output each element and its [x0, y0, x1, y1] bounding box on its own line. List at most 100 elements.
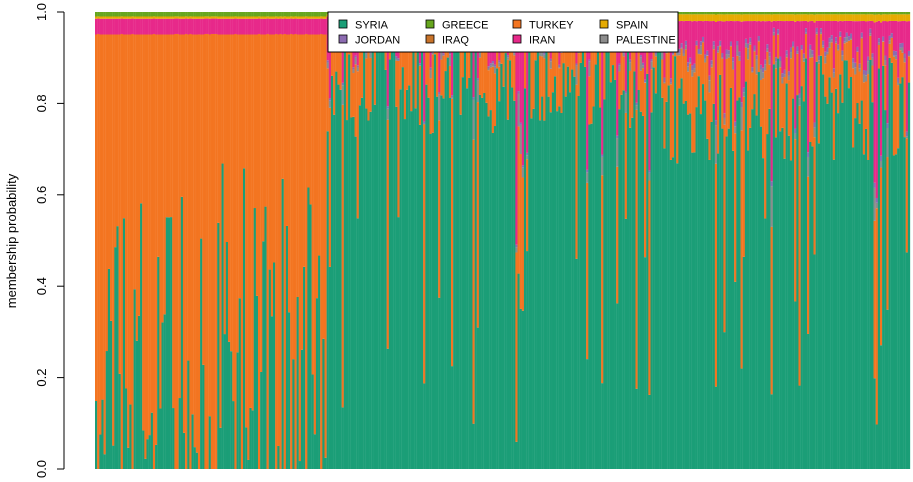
bar-segment-greece — [320, 12, 323, 17]
bar-segment-iran — [894, 20, 898, 52]
bar-segment-turkey — [832, 77, 836, 160]
bar-segment-syria — [894, 154, 898, 469]
legend-swatch-syria — [338, 19, 348, 29]
bar-segment-syria — [142, 430, 145, 469]
bar-segment-spain — [251, 16, 254, 19]
bar-segment-turkey — [678, 55, 681, 89]
bar-segment-turkey — [212, 33, 216, 469]
bar-segment-syria — [114, 247, 117, 469]
bar-segment-jordan — [757, 36, 761, 41]
bar-segment-iran — [689, 20, 692, 58]
bar-segment-syria — [624, 218, 628, 469]
bar-segment-syria — [903, 137, 906, 469]
bar-segment-jordan — [519, 122, 522, 125]
bar-segment-turkey — [283, 33, 287, 469]
bar-segment-spain — [811, 14, 814, 21]
bar-segment-spain — [804, 14, 808, 21]
bar-segment-greece — [204, 12, 207, 17]
bar-segment-turkey — [95, 34, 98, 402]
bar-segment-palestine — [877, 42, 881, 45]
bar-segment-turkey — [292, 34, 295, 360]
bar-segment-greece — [826, 12, 829, 15]
bar-segment-jordan — [837, 44, 840, 50]
bar-segment-syria — [794, 301, 797, 469]
bar-segment-iran — [811, 20, 814, 51]
bar-segment-greece — [768, 12, 771, 15]
bar-segment-turkey — [824, 63, 827, 97]
bar-segment-palestine — [777, 33, 780, 35]
bar-segment-syria — [674, 56, 677, 469]
bar-segment-syria — [547, 96, 550, 469]
bar-segment-syria — [751, 109, 754, 470]
bar-segment-turkey — [330, 49, 334, 76]
bar-segment-turkey — [309, 34, 312, 205]
bar-segment-syria — [444, 71, 447, 469]
bar-segment-spain — [734, 14, 737, 22]
bar-segment-syria — [738, 97, 741, 470]
bar-segment-syria — [112, 445, 115, 469]
bar-segment-turkey — [588, 76, 591, 125]
bar-segment-syria — [339, 89, 342, 469]
bar-segment-spain — [185, 16, 188, 19]
bar-segment-iran — [852, 21, 855, 59]
bar-segment-greece — [135, 12, 139, 17]
bar-segment-greece — [294, 12, 297, 17]
bar-segment-greece — [178, 12, 181, 17]
bar-segment-turkey — [847, 40, 851, 89]
bar-segment-turkey — [303, 34, 306, 267]
bar-segment-syria — [375, 42, 379, 470]
bar-segment-iran — [223, 18, 226, 35]
bar-segment-jordan — [493, 64, 497, 67]
bar-segment-iran — [691, 21, 694, 66]
bar-segment-jordan — [491, 61, 495, 64]
bar-segment-palestine — [493, 66, 497, 74]
bar-segment-spain — [725, 14, 728, 22]
bar-segment-iran — [682, 21, 685, 49]
bar-segment-greece — [292, 12, 295, 17]
bar-segment-jordan — [472, 97, 475, 100]
bar-segment-syria — [466, 88, 469, 469]
bar-segment-iran — [875, 21, 878, 198]
bar-segment-spain — [232, 16, 235, 19]
bar-segment-turkey — [892, 56, 896, 156]
bar-segment-palestine — [328, 100, 332, 108]
bar-segment-turkey — [318, 34, 321, 256]
bar-segment-palestine — [882, 41, 885, 42]
bar-segment-syria — [463, 37, 467, 469]
bar-segment-syria — [390, 33, 394, 470]
legend-swatch-iraq — [425, 34, 435, 44]
bar-segment-spain — [315, 16, 319, 19]
stacked-bars — [95, 12, 911, 470]
bar-segment-spain — [303, 16, 306, 19]
bar-segment-turkey — [749, 44, 752, 128]
bar-segment-iran — [716, 21, 720, 47]
bar-segment-greece — [131, 12, 134, 17]
bar-segment-syria — [159, 408, 162, 469]
bar-segment-turkey — [804, 34, 808, 59]
bar-segment-syria — [345, 120, 349, 470]
bar-segment-syria — [734, 281, 737, 469]
legend-label-syria: SYRIA — [355, 20, 389, 32]
bar-segment-greece — [255, 12, 259, 17]
bar-segment-spain — [905, 14, 909, 22]
bar-segment-jordan — [397, 58, 400, 61]
bar-segment-greece — [796, 12, 799, 15]
bar-segment-syria — [251, 410, 254, 469]
bar-segment-syria — [781, 127, 784, 469]
bar-segment-syria — [577, 96, 580, 469]
bar-segment-turkey — [852, 68, 855, 148]
bar-segment-turkey — [193, 34, 196, 448]
bar-segment-palestine — [736, 45, 739, 56]
bar-segment-turkey — [837, 50, 840, 114]
bar-segment-iran — [796, 20, 799, 47]
bar-segment-spain — [731, 14, 735, 22]
bar-segment-turkey — [903, 62, 906, 138]
bar-segment-syria — [133, 289, 136, 469]
bar-segment-syria — [335, 71, 338, 469]
bar-segment-turkey — [755, 74, 758, 116]
bar-segment-palestine — [341, 85, 344, 105]
bar-segment-spain — [313, 16, 317, 19]
bar-segment-turkey — [644, 82, 647, 258]
bar-segment-turkey — [369, 57, 372, 112]
bar-segment-palestine — [839, 36, 842, 37]
